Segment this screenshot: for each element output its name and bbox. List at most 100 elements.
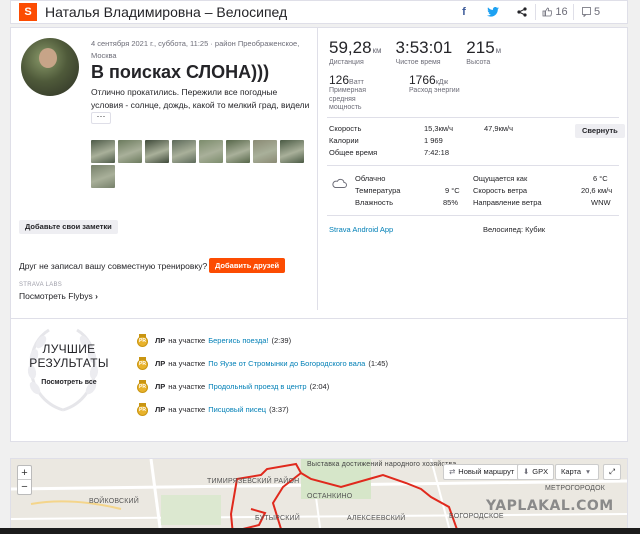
distance-unit: км	[372, 46, 382, 55]
map-label: МЕТРОГОРОДОК	[545, 485, 606, 492]
map-label: БОГОРОДСКОЕ	[449, 513, 504, 520]
moving-time-label: Чистое время	[395, 59, 441, 66]
stat-elevation: 215м Высота	[466, 38, 501, 66]
photo-thumbnails	[91, 140, 311, 188]
stat-energy: 1766кДж Расход энергии	[409, 73, 469, 113]
divider	[327, 165, 619, 166]
photo-thumbnail[interactable]	[226, 140, 250, 163]
pr-label: ЛР	[155, 381, 166, 391]
detail-label: Общее время	[329, 148, 378, 157]
new-route-button[interactable]: ⇄ Новый маршрут	[443, 464, 521, 480]
photo-thumbnail[interactable]	[118, 140, 142, 163]
see-all-link[interactable]: Посмотреть все	[21, 379, 117, 386]
weather-label: Влажность	[355, 198, 393, 207]
chevron-right-icon: ›	[95, 291, 98, 301]
flyby-link[interactable]: Посмотреть Flybys ›	[19, 291, 98, 301]
gpx-label: GPX	[532, 467, 549, 476]
photo-thumbnail[interactable]	[145, 140, 169, 163]
zoom-in-button[interactable]: +	[18, 466, 31, 480]
segment-time: (3:37)	[269, 404, 289, 414]
route-map[interactable]: + − ТИМИРЯЗЕВСКИЙ РАЙОН ВОЙКОВСКИЙ Выста…	[10, 458, 628, 534]
photo-thumbnail[interactable]	[172, 140, 196, 163]
comments-button[interactable]: 5	[577, 1, 605, 23]
segment-link[interactable]: Писцовый писец	[208, 405, 266, 414]
detail-row: Общее время 7:42:18	[329, 147, 569, 159]
fullscreen-button[interactable]: ⤢	[603, 464, 621, 480]
divider	[327, 117, 619, 118]
segment-achievement: PR ЛР на участке Берегись поезда! (2:39)	[137, 333, 291, 347]
photo-thumbnail[interactable]	[199, 140, 223, 163]
power-value: 126	[329, 73, 350, 87]
map-label: АЛЕКСЕЕВСКИЙ	[347, 515, 406, 522]
pr-label: ЛР	[155, 335, 166, 345]
weather-label: Облачно	[355, 174, 386, 183]
device-app-link[interactable]: Strava Android App	[329, 225, 393, 234]
medal-icon: PR	[137, 356, 148, 370]
best-results-title: ЛУЧШИЕ РЕЗУЛЬТАТЫ	[29, 342, 109, 370]
activity-title: В поисках СЛОНА)))	[91, 62, 270, 82]
segment-achievement: PR ЛР на участке Продольный проезд в цен…	[137, 379, 329, 393]
download-icon: ⬇	[523, 467, 530, 476]
avatar[interactable]	[21, 38, 79, 96]
energy-value: 1766	[409, 73, 436, 87]
segment-achievement: PR ЛР на участке Писцовый писец (3:37)	[137, 402, 289, 416]
zoom-out-button[interactable]: −	[18, 480, 31, 494]
map-type-select[interactable]: Карта ▾	[555, 464, 599, 480]
elevation-value: 215	[466, 38, 495, 57]
detail-row: Калории 1 969	[329, 135, 569, 147]
strava-logo-icon[interactable]: S	[19, 3, 37, 21]
cloud-icon	[332, 178, 347, 188]
strava-labs-label: STRAVA LABS	[19, 282, 63, 288]
map-label: ВОЙКОВСКИЙ	[89, 498, 139, 505]
watermark: YAPLAKAL.COM	[486, 498, 614, 514]
pr-label: ЛР	[155, 358, 166, 368]
page-title: Наталья Владимировна – Велосипед	[45, 4, 288, 20]
distance-value: 59,28	[329, 38, 372, 57]
photo-thumbnail[interactable]	[253, 140, 277, 163]
stat-distance: 59,28км Дистанция	[329, 38, 382, 66]
detail-table: Скорость 15,3км/ч 47,9км/ч Калории 1 969 Об…	[329, 123, 569, 159]
friend-question: Друг не записал вашу совместную трениров…	[19, 261, 208, 271]
stat-power: 126Ватт Примерная средняя мощность	[329, 73, 389, 113]
segment-link[interactable]: Продольный проезд в центр	[208, 382, 306, 391]
divider	[317, 28, 318, 310]
photo-thumbnail[interactable]	[91, 165, 115, 188]
laurel-badge-icon	[27, 328, 99, 412]
map-label: Выставка достижений народного хозяйства	[307, 461, 457, 468]
map-label: ТИМИРЯЗЕВСКИЙ РАЙОН	[207, 478, 300, 485]
power-unit: Ватт	[349, 79, 364, 86]
kudos-button[interactable]: 16	[541, 1, 569, 23]
weather-value: 20,6 км/ч	[581, 186, 613, 195]
twitter-share-icon[interactable]	[483, 1, 503, 23]
weather-value: 9 °C	[445, 186, 460, 195]
detail-avg: 15,3км/ч	[424, 124, 454, 133]
facebook-share-icon[interactable]: f	[455, 1, 473, 23]
collapse-button[interactable]: Свернуть	[575, 124, 625, 138]
medal-icon: PR	[137, 333, 148, 347]
divider	[11, 318, 627, 319]
segment-link[interactable]: По Яузе от Стромынки до Богородского вал…	[208, 359, 365, 368]
bike-label: Велосипед: Кубик	[483, 225, 546, 234]
pr-label: ЛР	[155, 404, 166, 414]
new-route-label: Новый маршрут	[458, 467, 515, 476]
kudos-count: 16	[555, 6, 568, 18]
segment-prefix: на участке	[168, 404, 206, 414]
activity-meta: 4 сентября 2021 г., суббота, 11:25 · рай…	[91, 39, 300, 60]
weather-label: Скорость ветра	[473, 186, 528, 195]
photo-thumbnail[interactable]	[280, 140, 304, 163]
segment-time: (2:39)	[271, 335, 292, 345]
add-notes-button[interactable]: Добавьте свои заметки	[19, 220, 118, 234]
segment-link[interactable]: Берегись поезда!	[208, 336, 268, 345]
weather-value: WNW	[591, 198, 611, 207]
photo-thumbnail[interactable]	[91, 140, 115, 163]
bottom-bar	[0, 528, 640, 534]
map-type-label: Карта	[561, 467, 582, 476]
show-more-button[interactable]: ···	[91, 112, 111, 124]
detail-label: Скорость	[329, 124, 362, 133]
secondary-stats: 126Ватт Примерная средняя мощность 1766к…	[329, 73, 489, 113]
share-icon[interactable]	[513, 1, 531, 23]
route-icon: ⇄	[449, 467, 456, 476]
add-friends-button[interactable]: Добавить друзей	[209, 258, 286, 273]
gpx-download-button[interactable]: ⬇ GPX	[517, 464, 555, 480]
distance-label: Дистанция	[329, 59, 364, 66]
